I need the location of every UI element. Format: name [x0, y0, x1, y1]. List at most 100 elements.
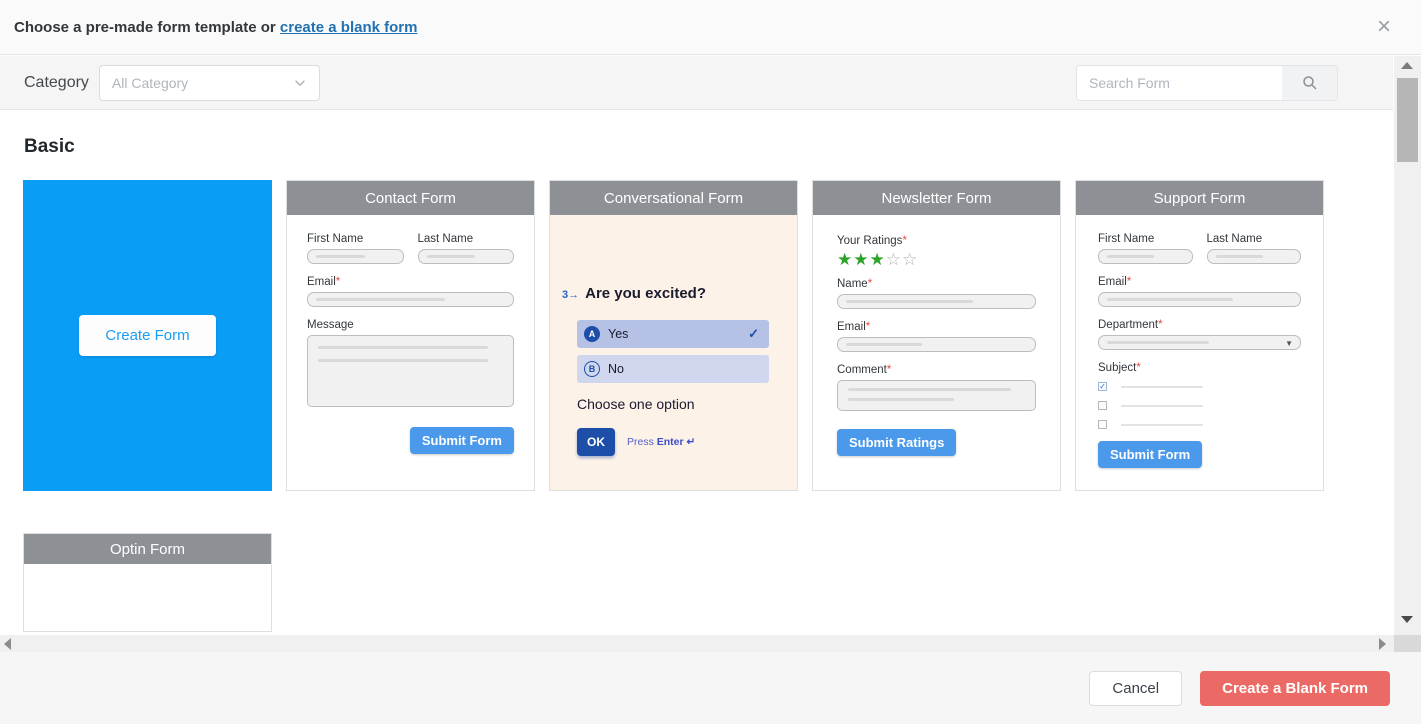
scroll-up-arrow-icon[interactable] [1401, 62, 1413, 69]
modal-title: Choose a pre-made form template or creat… [14, 19, 417, 36]
required-asterisk: * [902, 235, 906, 247]
template-card-optin-form[interactable]: Optin Form [23, 533, 272, 632]
section-title: Basic [24, 136, 1393, 158]
template-card-conversational-form[interactable]: Conversational Form 3→ Are you excited? … [549, 180, 798, 491]
scroll-left-arrow-icon[interactable] [4, 638, 11, 650]
category-dropdown[interactable]: All Category [99, 65, 320, 101]
card-title: Support Form [1076, 181, 1323, 215]
create-blank-form-button[interactable]: Create a Blank Form [1200, 671, 1390, 706]
search-button[interactable] [1282, 66, 1337, 100]
template-card-support-form[interactable]: Support Form First Name Last Name Em [1075, 180, 1324, 491]
template-row-1: Create Form Contact Form First Name Last… [23, 180, 1393, 491]
template-row-2: Optin Form [23, 533, 1393, 632]
ratings-label: Your Ratings* [837, 235, 1036, 247]
email-input-preview [307, 292, 514, 307]
card-preview: Your Ratings* ★★★☆☆ Name* Email* Comment… [813, 215, 1060, 490]
create-form-card[interactable]: Create Form [23, 180, 272, 491]
required-asterisk: * [1127, 276, 1131, 288]
comment-label: Comment* [837, 364, 1036, 376]
checkbox-row [1098, 401, 1301, 410]
question-text: Are you excited? [585, 285, 706, 302]
name-input-preview [837, 294, 1036, 309]
first-name-label: First Name [1098, 233, 1193, 245]
search-input[interactable] [1077, 66, 1282, 100]
template-chooser-modal: Choose a pre-made form template or creat… [0, 0, 1421, 724]
option-b-label: No [608, 362, 624, 376]
scroll-down-arrow-icon[interactable] [1401, 616, 1413, 623]
message-textarea-preview [307, 335, 514, 407]
press-enter-hint: Press Enter ↵ [627, 436, 695, 448]
checkbox-row: ✓ [1098, 382, 1301, 391]
comment-textarea-preview [837, 380, 1036, 411]
star-rating-preview: ★★★☆☆ [837, 251, 1036, 268]
submit-form-button-preview: Submit Form [410, 427, 514, 454]
subject-label: Subject* [1098, 362, 1301, 374]
search-box [1076, 65, 1338, 101]
close-icon[interactable]: × [1377, 14, 1391, 40]
option-b-badge: B [584, 361, 600, 377]
checkbox-checked-icon: ✓ [1098, 382, 1107, 391]
create-form-button[interactable]: Create Form [79, 315, 215, 356]
star-empty-icon: ☆ [886, 250, 902, 269]
message-label: Message [307, 319, 514, 331]
scrollbar-corner [1394, 635, 1421, 652]
email-input-preview [837, 337, 1036, 352]
card-preview: 3→ Are you excited? A Yes ✓ B No [550, 215, 797, 490]
chevron-down-icon [293, 76, 307, 90]
card-title: Conversational Form [550, 181, 797, 215]
required-asterisk: * [1158, 319, 1162, 331]
star-empty-icon: ☆ [902, 250, 918, 269]
option-a-badge: A [584, 326, 600, 342]
horizontal-scrollbar[interactable] [0, 635, 1394, 652]
card-preview: First Name Last Name Email* Departme [1076, 215, 1323, 490]
last-name-label: Last Name [1207, 233, 1302, 245]
email-label: Email* [307, 276, 514, 288]
required-asterisk: * [887, 364, 891, 376]
search-icon [1302, 75, 1318, 91]
choose-option-hint: Choose one option [577, 396, 797, 412]
email-label: Email* [1098, 276, 1301, 288]
first-name-label: First Name [307, 233, 404, 245]
filter-bar: Category All Category [0, 56, 1393, 110]
name-label: Name* [837, 278, 1036, 290]
question-step-number: 3→ [562, 289, 579, 301]
submit-ratings-button-preview: Submit Ratings [837, 429, 956, 456]
email-label: Email* [837, 321, 1036, 333]
star-filled-icon: ★ [837, 250, 853, 269]
card-title: Optin Form [24, 534, 271, 564]
checkbox-empty-icon [1098, 401, 1107, 410]
option-yes: A Yes ✓ [577, 320, 769, 348]
star-filled-icon: ★ [870, 250, 886, 269]
submit-form-button-preview: Submit Form [1098, 441, 1202, 468]
scroll-right-arrow-icon[interactable] [1379, 638, 1386, 650]
card-preview: First Name Last Name Email* Message [287, 215, 534, 490]
modal-footer: Cancel Create a Blank Form [0, 652, 1421, 724]
first-name-input-preview [307, 249, 404, 264]
checkbox-empty-icon [1098, 420, 1107, 429]
vertical-scrollbar-thumb[interactable] [1397, 78, 1418, 162]
modal-title-text: Choose a pre-made form template or [14, 19, 280, 36]
cancel-button[interactable]: Cancel [1089, 671, 1182, 706]
modal-header: Choose a pre-made form template or creat… [0, 0, 1421, 55]
department-label: Department* [1098, 319, 1301, 331]
option-a-label: Yes [608, 327, 628, 341]
first-name-input-preview [1098, 249, 1193, 264]
required-asterisk: * [1136, 362, 1140, 374]
template-card-newsletter-form[interactable]: Newsletter Form Your Ratings* ★★★☆☆ Name… [812, 180, 1061, 491]
last-name-input-preview [1207, 249, 1302, 264]
card-title: Newsletter Form [813, 181, 1060, 215]
check-icon: ✓ [748, 326, 759, 342]
select-arrow-icon: ▼ [1285, 339, 1293, 348]
department-select-preview: ▼ [1098, 335, 1301, 350]
template-card-contact-form[interactable]: Contact Form First Name Last Name Em [286, 180, 535, 491]
checkbox-row [1098, 420, 1301, 429]
required-asterisk: * [868, 278, 872, 290]
vertical-scrollbar[interactable] [1394, 56, 1421, 635]
category-label: Category [24, 74, 89, 92]
create-blank-form-link[interactable]: create a blank form [280, 19, 418, 36]
required-asterisk: * [336, 276, 340, 288]
last-name-label: Last Name [418, 233, 515, 245]
required-asterisk: * [866, 321, 870, 333]
last-name-input-preview [418, 249, 515, 264]
category-placeholder: All Category [112, 75, 188, 91]
